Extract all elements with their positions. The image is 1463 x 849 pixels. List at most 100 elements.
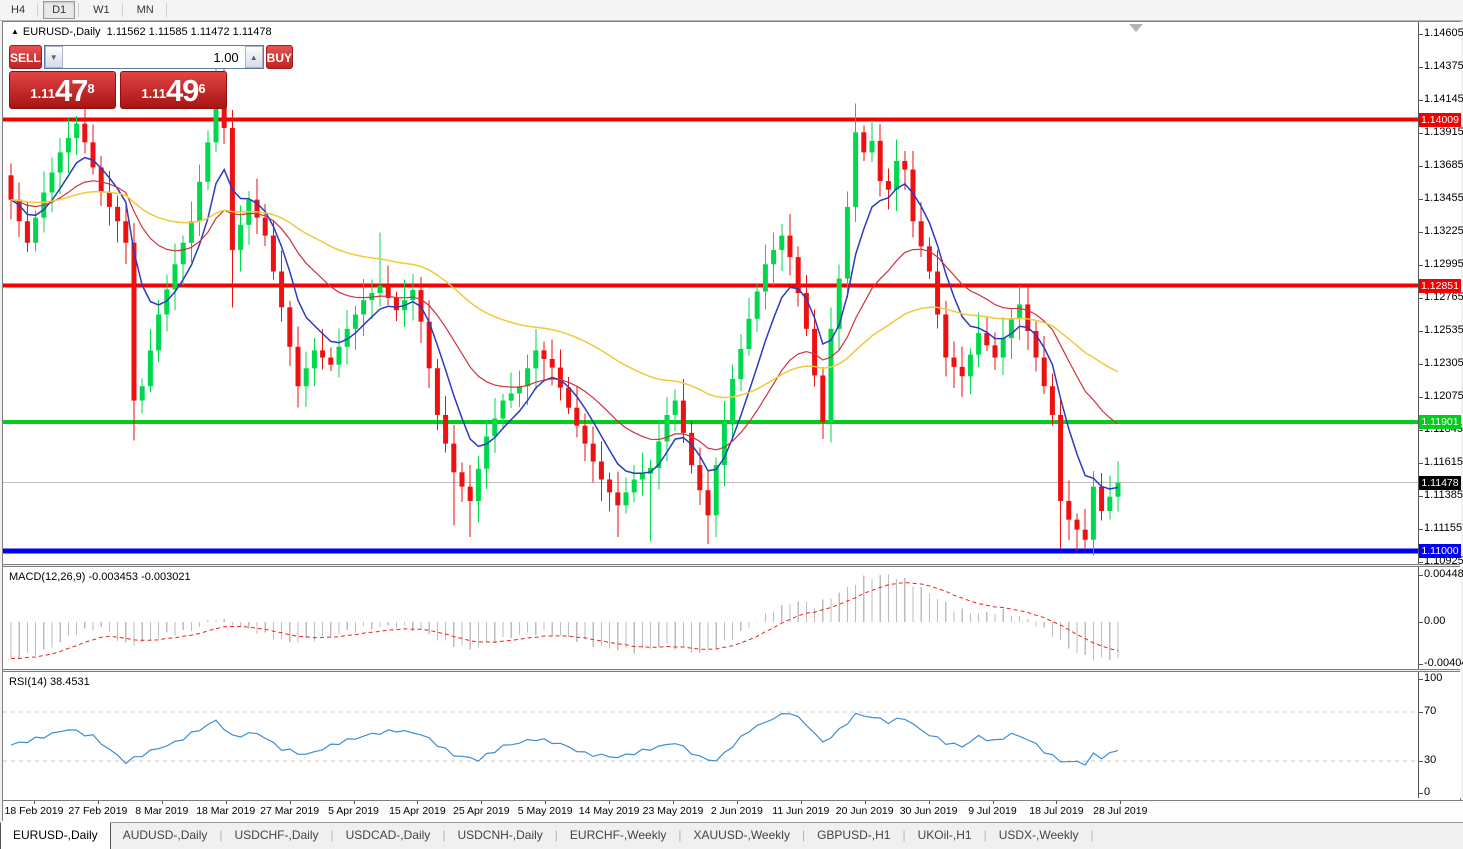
buy-price-prefix: 1.11 bbox=[141, 82, 166, 106]
toolbar-separator bbox=[78, 3, 79, 17]
date-tick bbox=[737, 801, 738, 804]
one-click-trade-panel: SELL ▼ ▲ BUY 1.11478 1.11496 bbox=[9, 45, 227, 109]
price-tick-label: 1.11385 bbox=[1424, 489, 1463, 501]
price-level-label-resistance-1: 1.14009 bbox=[1419, 113, 1461, 127]
date-label: 20 Jun 2019 bbox=[836, 805, 894, 817]
chart-tab-eurchf[interactable]: EURCHF-,Weekly bbox=[558, 823, 678, 849]
macd-indicator-label: MACD(12,26,9) -0.003453 -0.003021 bbox=[9, 571, 191, 583]
date-label: 11 Jun 2019 bbox=[772, 805, 829, 817]
ohlc-values: 1.11562 1.11585 1.11472 1.11478 bbox=[107, 26, 272, 38]
chart-tab-xauusd[interactable]: XAUUSD-,Weekly bbox=[681, 823, 801, 849]
buy-price-main: 49 bbox=[166, 76, 198, 106]
date-label: 18 Mar 2019 bbox=[196, 805, 255, 817]
hline-support-2 bbox=[3, 549, 1418, 554]
hline-support-1 bbox=[3, 420, 1418, 424]
toolbar-separator bbox=[166, 3, 167, 17]
ohlc-header: ▲ EURUSD-,Daily 1.11562 1.11585 1.11472 1… bbox=[11, 26, 272, 38]
rsi-axis-label: 0 bbox=[1424, 786, 1430, 798]
price-level-label-resistance-2: 1.12851 bbox=[1419, 279, 1461, 293]
price-tick-label: 1.12305 bbox=[1424, 357, 1463, 369]
price-tick-label: 1.14145 bbox=[1424, 93, 1463, 105]
chart-tab-usdchf[interactable]: USDCHF-,Daily bbox=[223, 823, 331, 849]
collapse-trade-panel-icon[interactable]: ▲ bbox=[11, 27, 19, 36]
symbol-timeframe-label: EURUSD-,Daily bbox=[23, 26, 101, 38]
price-tick-label: 1.11615 bbox=[1424, 456, 1463, 468]
volume-increase-icon[interactable]: ▲ bbox=[245, 46, 263, 68]
price-level-label-current-bid: 1.11478 bbox=[1419, 476, 1461, 490]
date-axis[interactable]: 18 Feb 201927 Feb 20198 Mar 201918 Mar 2… bbox=[3, 800, 1463, 822]
macd-pane[interactable] bbox=[3, 567, 1418, 669]
chart-tab-audusd[interactable]: AUDUSD-,Daily bbox=[111, 823, 220, 849]
volume-stepper: ▼ ▲ bbox=[44, 45, 264, 69]
toolbar-separator bbox=[37, 3, 38, 17]
date-label: 9 Jul 2019 bbox=[968, 805, 1016, 817]
date-tick bbox=[801, 801, 802, 804]
price-tick-label: 1.13915 bbox=[1424, 126, 1463, 138]
sell-price-pip: 8 bbox=[87, 72, 94, 106]
date-label: 27 Feb 2019 bbox=[68, 805, 127, 817]
date-tick bbox=[481, 801, 482, 804]
price-tick-label: 1.14375 bbox=[1424, 60, 1463, 72]
date-label: 15 Apr 2019 bbox=[389, 805, 446, 817]
price-tick-label: 1.12535 bbox=[1424, 324, 1463, 336]
chart-tab-usdx[interactable]: USDX-,Weekly bbox=[987, 823, 1091, 849]
date-label: 23 May 2019 bbox=[643, 805, 704, 817]
chart-tab-usdcnh[interactable]: USDCNH-,Daily bbox=[445, 823, 554, 849]
timeframe-button-w1[interactable]: W1 bbox=[84, 1, 119, 19]
chart-panes bbox=[3, 22, 1418, 798]
date-tick bbox=[993, 801, 994, 804]
price-axis[interactable]: 1.146051.143751.141451.139151.136851.134… bbox=[1418, 22, 1461, 798]
chart-tab-bar: EURUSD-,DailyAUDUSD-,Daily|USDCHF-,Daily… bbox=[0, 822, 1463, 849]
date-tick bbox=[609, 801, 610, 804]
date-tick bbox=[865, 801, 866, 804]
hline-current-bid bbox=[3, 482, 1418, 483]
chart-tab-ukoil[interactable]: UKOil-,H1 bbox=[906, 823, 984, 849]
volume-input[interactable] bbox=[63, 46, 245, 68]
date-label: 28 Jul 2019 bbox=[1093, 805, 1147, 817]
rsi-pane[interactable] bbox=[3, 672, 1418, 798]
trading-terminal-window: H4 D1 W1 MN ▲ EURUSD-,Daily 1.11562 1.11585 … bbox=[0, 0, 1463, 849]
date-tick bbox=[162, 801, 163, 804]
macd-axis-label: 0.004481 bbox=[1424, 568, 1463, 580]
timeframe-button-mn[interactable]: MN bbox=[128, 1, 163, 19]
price-tick-label: 1.12995 bbox=[1424, 258, 1463, 270]
rsi-axis-label: 100 bbox=[1424, 672, 1442, 684]
price-tick-label: 1.13455 bbox=[1424, 192, 1463, 204]
timeframe-button-h4[interactable]: H4 bbox=[2, 1, 34, 19]
chart-tab-eurusd[interactable]: EURUSD-,Daily bbox=[0, 822, 111, 849]
date-tick bbox=[34, 801, 35, 804]
buy-price-button[interactable]: 1.11496 bbox=[120, 71, 227, 109]
price-tick-label: 1.14605 bbox=[1424, 27, 1463, 39]
sell-price-prefix: 1.11 bbox=[30, 82, 55, 106]
hline-resistance-2 bbox=[3, 284, 1418, 288]
macd-axis-label: -0.004048 bbox=[1424, 657, 1463, 669]
pane-separator-2[interactable] bbox=[3, 669, 1460, 672]
price-tick-label: 1.12075 bbox=[1424, 390, 1463, 402]
chart-tab-usdcad[interactable]: USDCAD-,Daily bbox=[334, 823, 443, 849]
volume-decrease-icon[interactable]: ▼ bbox=[45, 46, 63, 68]
date-label: 30 Jun 2019 bbox=[900, 805, 958, 817]
price-tick-label: 1.13225 bbox=[1424, 225, 1463, 237]
date-tick bbox=[98, 801, 99, 804]
date-tick bbox=[673, 801, 674, 804]
date-tick bbox=[354, 801, 355, 804]
chart-shift-marker[interactable] bbox=[1129, 24, 1143, 32]
date-tick bbox=[929, 801, 930, 804]
sell-button[interactable]: SELL bbox=[9, 45, 42, 69]
timeframe-button-d1[interactable]: D1 bbox=[43, 1, 75, 19]
date-label: 27 Mar 2019 bbox=[260, 805, 319, 817]
sell-price-button[interactable]: 1.11478 bbox=[9, 71, 116, 109]
date-label: 14 May 2019 bbox=[579, 805, 640, 817]
price-tick-label: 1.12765 bbox=[1424, 291, 1463, 303]
sell-price-main: 47 bbox=[55, 76, 87, 106]
date-label: 25 Apr 2019 bbox=[453, 805, 510, 817]
pane-separator-1[interactable] bbox=[3, 564, 1460, 567]
chart-tab-gbpusd[interactable]: GBPUSD-,H1 bbox=[805, 823, 902, 849]
buy-price-pip: 6 bbox=[198, 72, 205, 106]
date-tick bbox=[290, 801, 291, 804]
rsi-indicator-label: RSI(14) 38.4531 bbox=[9, 676, 90, 688]
rsi-axis-label: 70 bbox=[1424, 705, 1436, 717]
toolbar-separator bbox=[122, 3, 123, 17]
rsi-axis-label: 30 bbox=[1424, 754, 1436, 766]
buy-button[interactable]: BUY bbox=[266, 45, 293, 69]
